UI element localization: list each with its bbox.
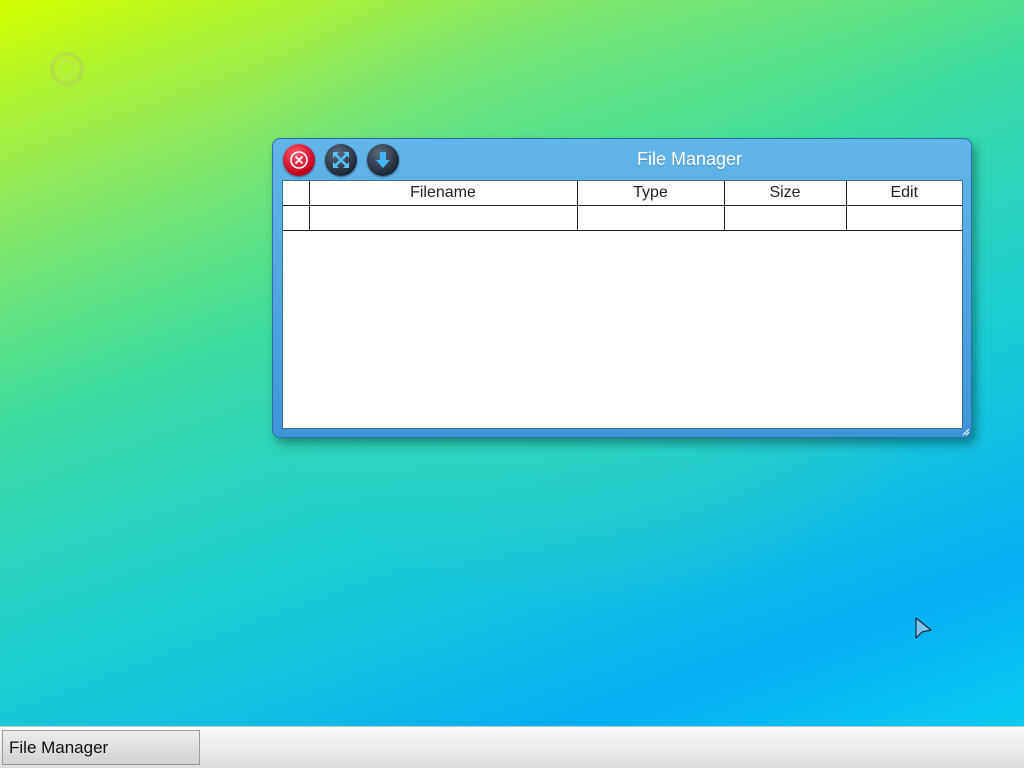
column-header-edit[interactable]: Edit bbox=[845, 181, 962, 206]
table-cell-type bbox=[576, 205, 725, 231]
column-header-type[interactable]: Type bbox=[576, 181, 725, 206]
taskbar-item-file-manager[interactable]: File Manager bbox=[2, 730, 200, 765]
file-table: Filename Type Size Edit bbox=[283, 181, 962, 231]
file-manager-window[interactable]: File Manager Filename Type Size Edit bbox=[272, 138, 972, 438]
desktop-shortcut-icon[interactable] bbox=[48, 50, 86, 88]
window-titlebar[interactable]: File Manager bbox=[273, 139, 971, 179]
table-cell-filename[interactable] bbox=[308, 205, 578, 231]
window-title: File Manager bbox=[636, 149, 743, 169]
table-row[interactable] bbox=[283, 205, 962, 231]
file-list-pane[interactable]: Filename Type Size Edit bbox=[282, 180, 963, 429]
column-header-select[interactable] bbox=[283, 181, 310, 206]
table-cell-edit[interactable] bbox=[845, 205, 962, 231]
mouse-pointer-icon bbox=[915, 617, 932, 639]
table-cell-size bbox=[723, 205, 847, 231]
taskbar: File Manager bbox=[0, 726, 1024, 768]
resize-grip-icon[interactable] bbox=[962, 428, 970, 436]
table-cell-select[interactable] bbox=[283, 205, 310, 231]
column-header-size[interactable]: Size bbox=[723, 181, 847, 206]
column-header-filename[interactable]: Filename bbox=[308, 181, 578, 206]
table-header-row: Filename Type Size Edit bbox=[283, 181, 962, 206]
